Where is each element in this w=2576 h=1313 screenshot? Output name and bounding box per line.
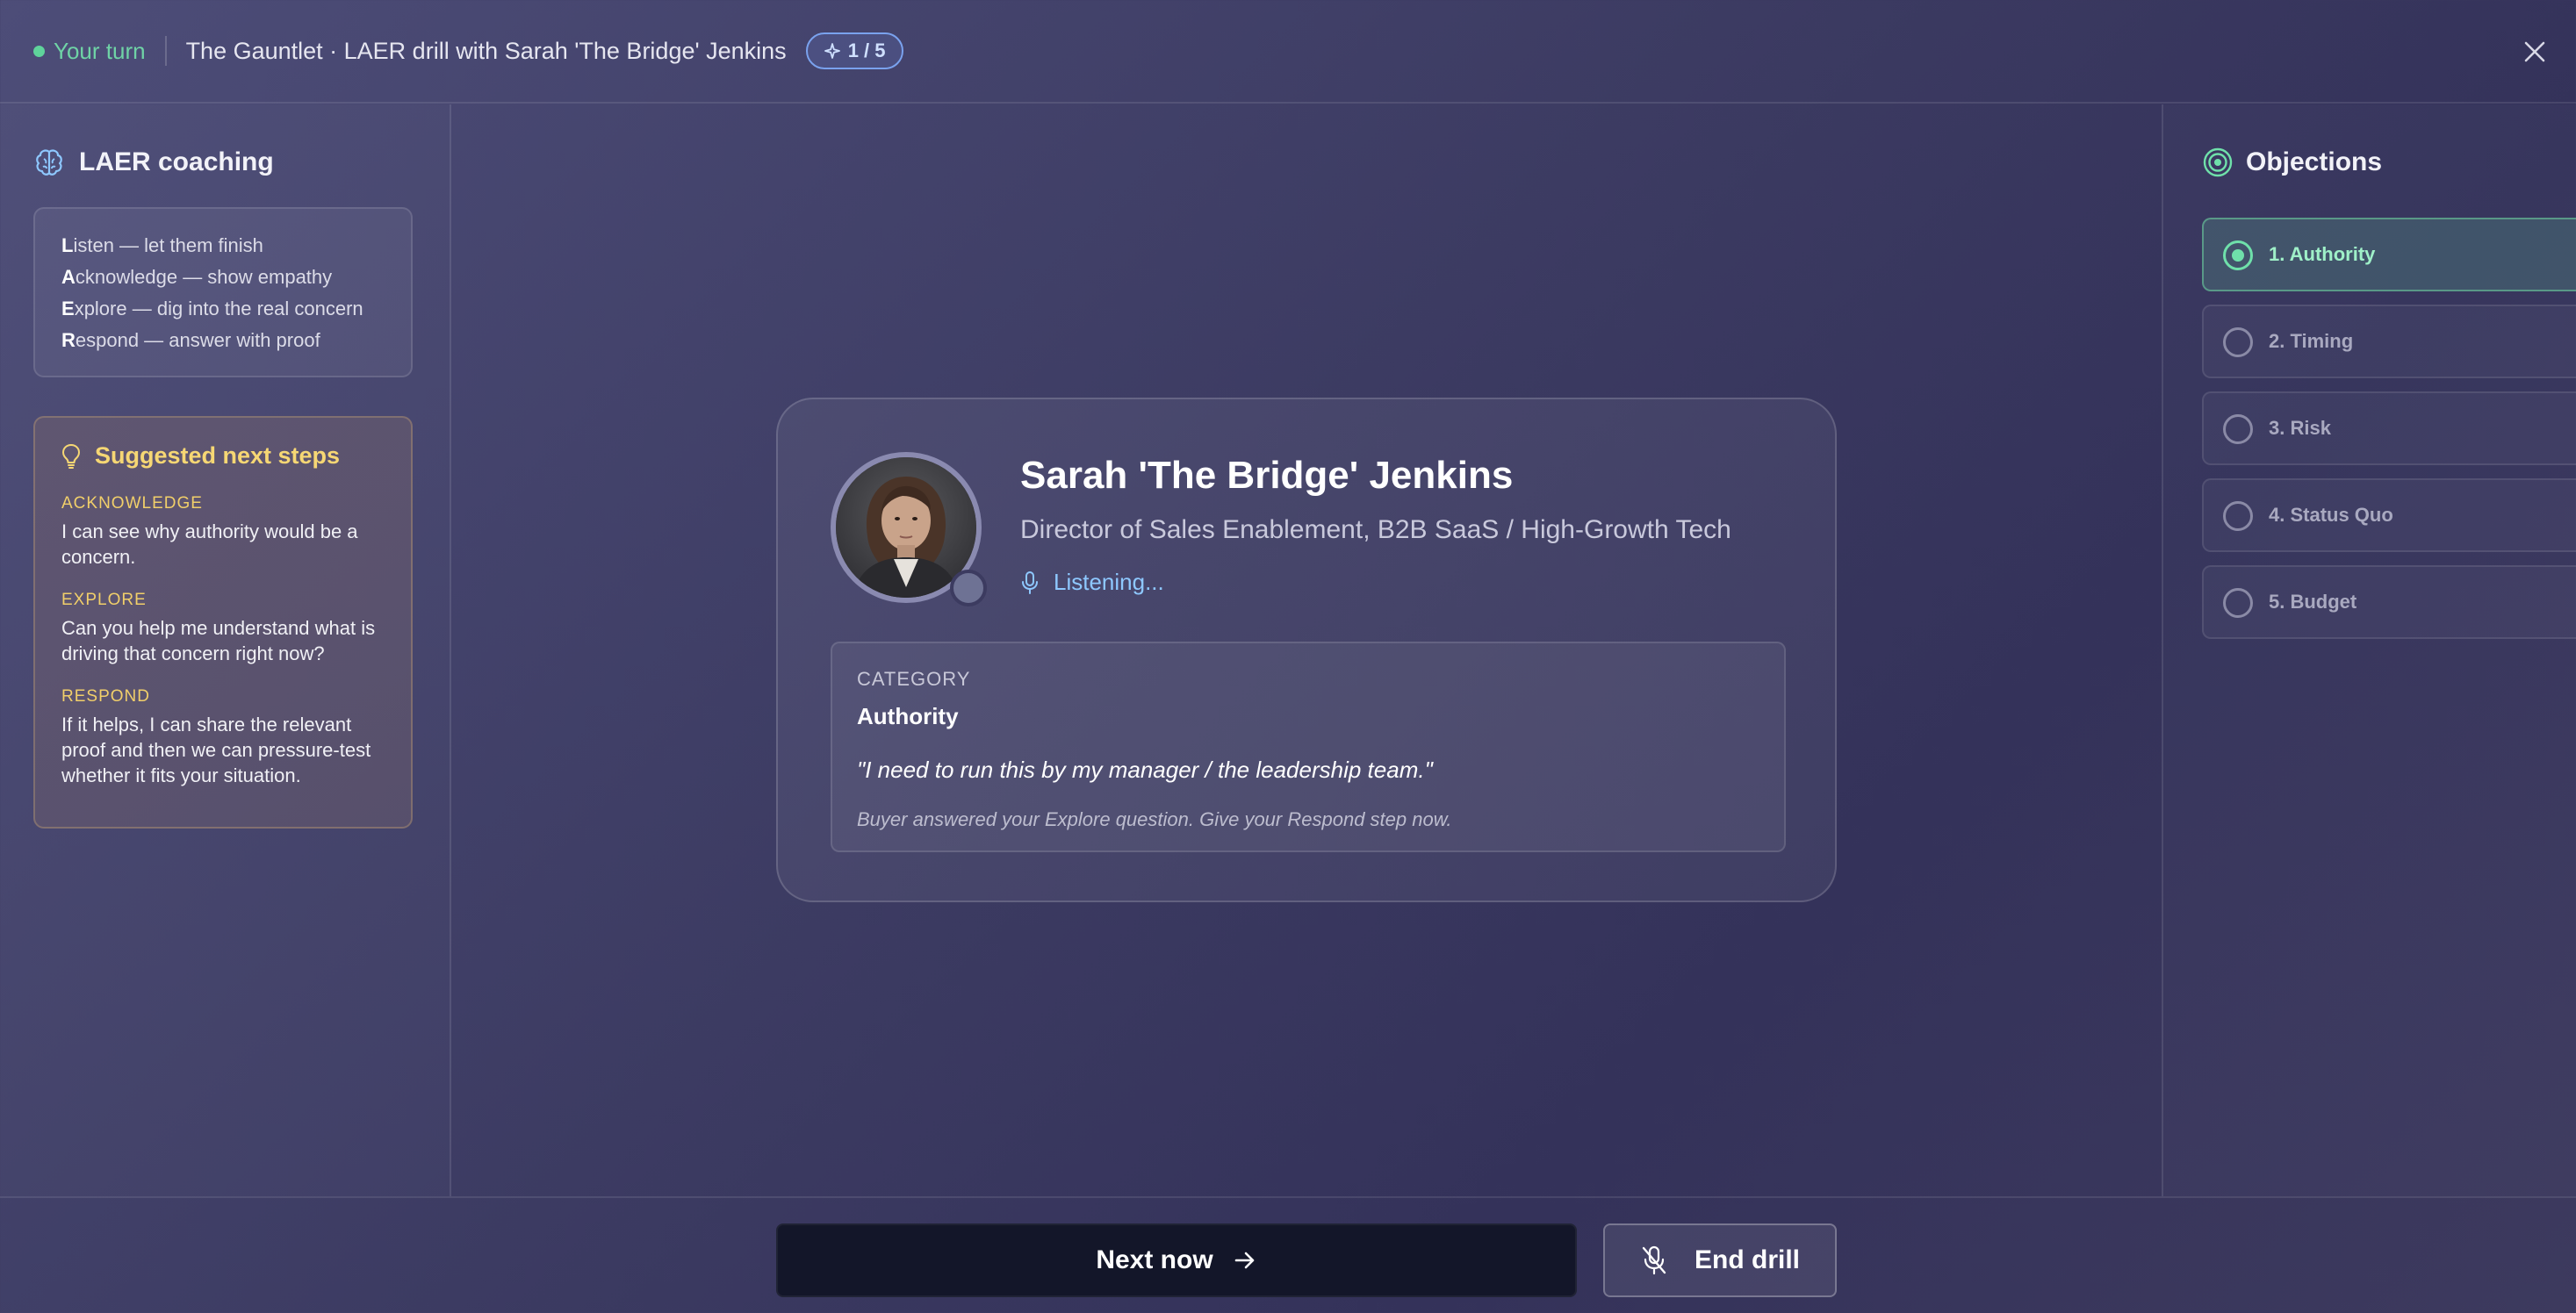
turn-status: Your turn [33, 38, 146, 65]
step-text-respond: If it helps, I can share the relevant pr… [61, 714, 371, 786]
objection-item-status-quo[interactable]: 4. Status Quo [2202, 478, 2576, 552]
sparkle-icon [824, 43, 840, 59]
next-now-button[interactable]: Next now [776, 1223, 1577, 1297]
top-bar: Your turn The Gauntlet · LAER drill with… [0, 0, 2576, 104]
lightbulb-icon [62, 443, 80, 469]
objection-item-timing[interactable]: 2. Timing [2202, 305, 2576, 378]
target-icon [2203, 147, 2233, 177]
progress-badge-label: 1 / 5 [847, 39, 886, 61]
laer-coaching-heading: LAER coaching [33, 147, 274, 178]
presence-indicator [950, 570, 987, 606]
laer-coaching-title: LAER coaching [79, 147, 274, 176]
drill-hint: Buyer answered your Explore question. Gi… [857, 808, 1452, 830]
radio-selected-icon [2223, 240, 2253, 270]
bottom-bar: Next now End drill [0, 1196, 2576, 1313]
close-icon [2524, 41, 2545, 62]
objection-item-risk[interactable]: 3. Risk [2202, 391, 2576, 465]
laer-line-respond: Respond — answer with proof [61, 329, 320, 351]
category-label: CATEGORY [857, 668, 971, 690]
radio-empty-icon [2223, 414, 2253, 444]
step-label-explore: EXPLORE [61, 591, 147, 609]
objections-title: Objections [2246, 147, 2383, 176]
objection-item-label: 5. Budget [2269, 591, 2357, 613]
objection-item-label: 1. Authority [2269, 243, 2376, 265]
laer-reference-card: Listen — let them finish Acknowledge — s… [33, 207, 413, 377]
objection-item-label: 3. Risk [2269, 417, 2331, 439]
microphone-icon [1022, 570, 1038, 594]
close-button[interactable] [2515, 32, 2555, 72]
laer-line-explore: Explore — dig into the real concern [61, 298, 363, 319]
next-now-label: Next now [1096, 1245, 1213, 1274]
end-drill-label: End drill [1695, 1245, 1800, 1274]
category-value: Authority [857, 703, 959, 729]
arrow-right-icon [1234, 1252, 1254, 1269]
end-drill-button[interactable]: End drill [1603, 1223, 1837, 1297]
step-text-explore: Can you help me understand what is drivi… [61, 617, 376, 664]
persona-name: Sarah 'The Bridge' Jenkins [1020, 454, 1514, 497]
step-label-respond: RESPOND [61, 687, 150, 706]
radio-empty-icon [2223, 588, 2253, 618]
suggested-steps-heading: Suggested next steps [61, 442, 385, 470]
listening-status: Listening... [1020, 569, 1164, 596]
progress-badge: 1 / 5 [805, 32, 903, 69]
avatar-container [831, 452, 987, 606]
persona-card: Sarah 'The Bridge' Jenkins Director of S… [776, 398, 1837, 902]
drill-title: The Gauntlet · LAER drill with Sarah 'Th… [185, 37, 787, 64]
objection-item-label: 4. Status Quo [2269, 504, 2393, 526]
brain-icon [36, 149, 62, 176]
laer-line-acknowledge: Acknowledge — show empathy [61, 266, 333, 288]
laer-line-listen: Listen — let them finish [61, 234, 263, 256]
radio-empty-icon [2223, 327, 2253, 357]
objection-item-label: 2. Timing [2269, 330, 2354, 352]
step-label-acknowledge: ACKNOWLEDGE [61, 494, 203, 513]
coaching-panel: LAER coaching Listen — let them finish A… [0, 104, 451, 1196]
objection-item-authority[interactable]: 1. Authority [2202, 218, 2576, 291]
step-text-acknowledge: I can see why authority would be a conce… [61, 520, 358, 568]
listening-status-label: Listening... [1054, 569, 1164, 595]
persona-role: Director of Sales Enablement, B2B SaaS /… [1020, 515, 1731, 544]
objection-details: CATEGORY Authority "I need to run this b… [831, 642, 1786, 852]
suggested-steps-card: Suggested next steps ACKNOWLEDGE I can s… [33, 416, 413, 829]
suggested-steps-title: Suggested next steps [95, 442, 341, 469]
turn-status-label: Your turn [54, 37, 146, 64]
objections-panel: Objections 1. Authority 2. Timing 3. Ris… [2162, 104, 2576, 1196]
objection-item-budget[interactable]: 5. Budget [2202, 565, 2576, 639]
microphone-off-icon [1642, 1245, 1666, 1275]
radio-empty-icon [2223, 501, 2253, 531]
status-dot-icon [33, 45, 45, 57]
header-divider [164, 36, 167, 66]
objections-heading: Objections [2202, 147, 2382, 178]
objection-quote: "I need to run this by my manager / the … [857, 757, 1433, 783]
